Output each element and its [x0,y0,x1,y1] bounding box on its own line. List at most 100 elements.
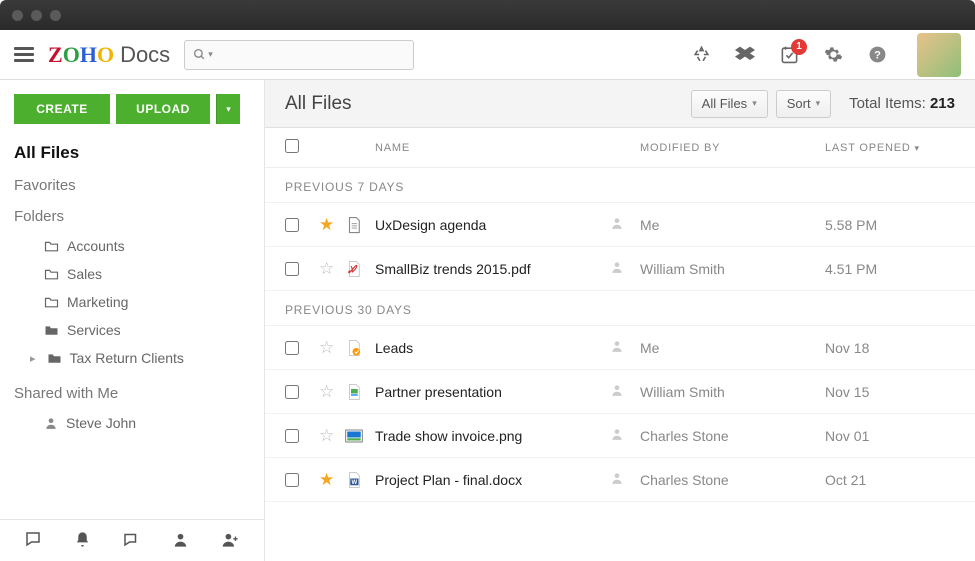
sidebar-item-favorites[interactable]: Favorites [14,170,250,201]
folder-icon [44,268,59,280]
file-type-icon: W [345,470,363,490]
menu-icon[interactable] [14,47,34,62]
notification-badge: 1 [791,39,807,55]
modified-by: Me [640,340,825,356]
sort-label: Sort [787,96,811,111]
sidebar-footer [0,519,264,561]
gear-icon[interactable] [823,45,843,65]
chevron-down-icon: ▾ [816,98,821,109]
page-title: All Files [285,93,352,115]
search-input[interactable] [219,47,405,62]
window-dot-max[interactable] [50,10,61,21]
modified-by: Charles Stone [640,428,825,444]
file-name: Trade show invoice.png [375,428,610,444]
file-row[interactable]: ☆ Partner presentation William SmithNov 15 [265,370,975,414]
sidebar-folder-tax[interactable]: Tax Return Clients [14,344,250,372]
sidebar: CREATE UPLOAD ▾ All Files Favorites Fold… [0,80,265,561]
sort-dropdown[interactable]: Sort ▾ [776,90,831,118]
total-label: Total Items: [849,95,926,112]
recycle-icon[interactable] [691,45,711,65]
search-caret-icon[interactable]: ▾ [208,49,213,60]
file-type-icon [345,259,363,279]
col-name[interactable]: NAME [319,142,640,154]
file-name: UxDesign agenda [375,217,610,233]
avatar[interactable] [917,33,961,77]
col-modified[interactable]: MODIFIED BY [640,142,825,154]
logo[interactable]: ZOHO Docs [48,42,170,68]
shared-icon [610,471,640,488]
modified-by: William Smith [640,261,825,277]
modified-by: William Smith [640,384,825,400]
sidebar-item-all-files[interactable]: All Files [14,136,250,170]
sidebar-item-shared[interactable]: Shared with Me [14,378,250,409]
person-icon [44,416,58,430]
row-checkbox[interactable] [285,429,299,443]
file-row[interactable]: ☆ Trade show invoice.png Charles StoneNov … [265,414,975,458]
star-icon[interactable]: ☆ [319,338,334,358]
row-checkbox[interactable] [285,385,299,399]
file-name: Partner presentation [375,384,610,400]
dropbox-icon[interactable] [735,45,755,65]
folder-icon [47,352,62,364]
star-icon[interactable]: ☆ [319,382,334,402]
create-button[interactable]: CREATE [14,94,110,124]
row-checkbox[interactable] [285,473,299,487]
column-headers: NAME MODIFIED BY LAST OPENED ▾ [265,128,975,168]
section-label: PREVIOUS 30 DAYS [265,291,975,326]
sidebar-folder-marketing[interactable]: Marketing [14,288,250,316]
speech-icon[interactable] [122,530,140,551]
modified-by: Me [640,217,825,233]
row-checkbox[interactable] [285,262,299,276]
file-type-icon [345,215,363,235]
sidebar-folder-label: Sales [67,266,102,282]
sidebar-shared-label: Steve John [66,415,136,431]
upload-caret-button[interactable]: ▾ [216,94,240,124]
file-row[interactable]: ☆LeadsMeNov 18 [265,326,975,370]
shared-icon [610,427,640,444]
contact-icon[interactable] [172,531,189,551]
file-row[interactable]: ★WProject Plan - final.docxCharles Stone… [265,458,975,502]
folder-icon [44,240,59,252]
file-row[interactable]: ★ UxDesign agenda Me5.58 PM [265,203,975,247]
bell-icon[interactable] [74,531,91,551]
sidebar-shared-user[interactable]: Steve John [14,409,250,437]
sidebar-folder-accounts[interactable]: Accounts [14,232,250,260]
sidebar-folder-services[interactable]: Services [14,316,250,344]
row-checkbox[interactable] [285,341,299,355]
window-dot-min[interactable] [31,10,42,21]
star-icon[interactable]: ★ [319,470,334,490]
chat-icon[interactable] [24,530,42,551]
last-opened: Oct 21 [825,472,955,488]
filter-label: All Files [702,96,748,111]
search-box[interactable]: ▾ [184,40,414,70]
svg-text:W: W [352,479,358,485]
folder-icon [44,296,59,308]
star-icon[interactable]: ★ [319,215,334,235]
modified-by: Charles Stone [640,472,825,488]
row-checkbox[interactable] [285,218,299,232]
window-titlebar [0,0,975,30]
star-icon[interactable]: ☆ [319,426,334,446]
file-type-icon [345,426,363,446]
tasks-icon[interactable]: 1 [779,45,799,65]
filter-dropdown[interactable]: All Files ▾ [691,90,768,118]
star-icon[interactable]: ☆ [319,259,334,279]
svg-text:?: ? [874,49,881,61]
add-contact-icon[interactable] [221,531,240,551]
main-panel: All Files All Files ▾ Sort ▾ Total Items… [265,80,975,561]
last-opened: 5.58 PM [825,217,955,233]
total-items: Total Items: 213 [849,95,955,112]
sidebar-item-folders[interactable]: Folders [14,201,250,232]
last-opened: Nov 15 [825,384,955,400]
shared-icon [610,383,640,400]
file-row[interactable]: ☆SmallBiz trends 2015.pdfWilliam Smith4.… [265,247,975,291]
shared-icon [610,339,640,356]
window-dot-close[interactable] [12,10,23,21]
last-opened: Nov 01 [825,428,955,444]
col-last-opened[interactable]: LAST OPENED ▾ [825,142,955,154]
total-count: 213 [930,95,955,112]
select-all-checkbox[interactable] [285,139,299,153]
upload-button[interactable]: UPLOAD [116,94,210,124]
sidebar-folder-sales[interactable]: Sales [14,260,250,288]
help-icon[interactable]: ? [867,45,887,65]
